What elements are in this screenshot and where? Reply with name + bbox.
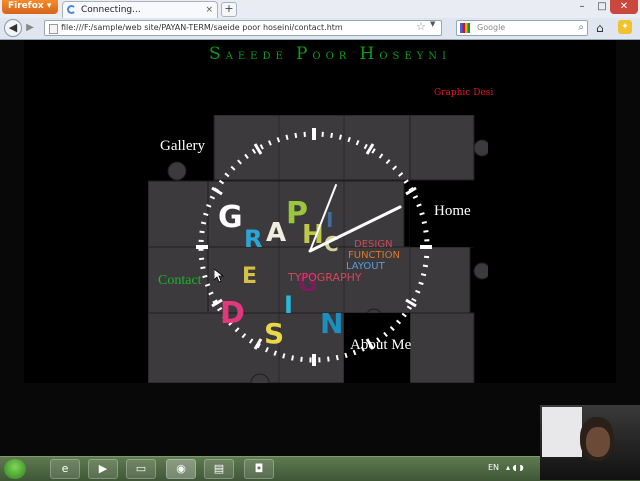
mouse-cursor-icon (214, 269, 224, 283)
page-icon (49, 24, 58, 34)
webcam-person-face (586, 427, 610, 457)
graphic-design-label: Graphic Desi (434, 88, 494, 98)
art-letter-i2: I (284, 291, 293, 319)
media-player-icon[interactable]: ▶ (88, 459, 118, 479)
search-icon[interactable]: ⌕ (578, 21, 584, 35)
notes-icon[interactable]: ▤ (204, 459, 234, 479)
new-tab-button[interactable]: + (221, 2, 237, 17)
folder-icon[interactable]: ▭ (126, 459, 156, 479)
google-icon (460, 23, 470, 33)
art-letter-e: E (242, 264, 257, 289)
art-letter-i: I (326, 208, 333, 232)
forward-button[interactable]: ▶ (22, 21, 38, 35)
camera-icon[interactable]: ◘ (244, 459, 274, 479)
art-word-typography: TYPOGRAPHY (287, 271, 362, 284)
close-button[interactable]: ✕ (610, 0, 638, 14)
puzzle-clock-artwork: G R A P H I C D E S I G N DESIGN FUNCTIO… (148, 115, 488, 383)
title-word-2: POOR (295, 44, 352, 64)
firefox-menu-button[interactable]: Firefox ▾ (2, 0, 58, 14)
ie-icon[interactable]: e (50, 459, 80, 479)
art-word-design: DESIGN (354, 239, 393, 250)
tab-close-icon[interactable]: × (205, 2, 213, 18)
art-letter-n: N (320, 307, 343, 340)
browser-tab[interactable]: Connecting... × (62, 1, 218, 18)
url-text: file:///F:/sample/web site/PAYAN-TERM/sa… (61, 23, 343, 32)
tab-title: Connecting... (81, 5, 141, 15)
search-bar[interactable]: Google ⌕ (456, 20, 588, 36)
nav-about-link[interactable]: About Me (350, 337, 411, 354)
back-button[interactable]: ◀ (4, 19, 22, 37)
firefox-menu-label: Firefox (8, 1, 44, 11)
nav-home-link[interactable]: Home (434, 203, 471, 220)
title-word-3: HOSEYNI (359, 44, 452, 64)
title-bar: Firefox ▾ Connecting... × + – □ ✕ (0, 0, 640, 19)
title-word-1: SAEEDE (208, 44, 288, 64)
address-bar[interactable]: file:///F:/sample/web site/PAYAN-TERM/sa… (44, 20, 442, 36)
nav-gallery-link[interactable]: Gallery (160, 138, 205, 155)
art-letter-d: D (220, 296, 245, 331)
webcam-background-window (542, 407, 582, 457)
art-letter-r: R (244, 225, 262, 253)
minimize-button[interactable]: – (572, 0, 592, 14)
bookmark-star-icon[interactable]: ☆ (416, 20, 426, 33)
art-word-function: FUNCTION (348, 250, 400, 261)
tray-icons[interactable]: ▴ ◖ ◗ (506, 463, 524, 472)
art-letter-s: S (264, 317, 284, 350)
home-icon[interactable]: ⌂ (596, 21, 604, 35)
page-viewport: SAEEDE POOR HOSEYNI Graphic Desi G R A P… (0, 40, 640, 456)
art-letter-g: G (218, 200, 243, 235)
maximize-button[interactable]: □ (592, 0, 612, 14)
webcam-overlay (540, 405, 640, 480)
start-button[interactable] (4, 459, 26, 479)
url-dropdown-icon[interactable]: ▼ (430, 20, 435, 28)
navigation-toolbar: ◀ ▶ file:///F:/sample/web site/PAYAN-TER… (0, 18, 640, 40)
language-indicator[interactable]: EN (488, 463, 499, 472)
site-title: SAEEDE POOR HOSEYNI (200, 44, 460, 64)
firefox-icon[interactable]: ◉ (166, 459, 196, 479)
extension-icon[interactable]: ✦ (618, 20, 632, 34)
nav-contact-link[interactable]: Contact (158, 273, 202, 289)
art-letter-a: A (266, 218, 286, 248)
loading-icon (67, 5, 76, 14)
search-placeholder: Google (477, 23, 506, 32)
